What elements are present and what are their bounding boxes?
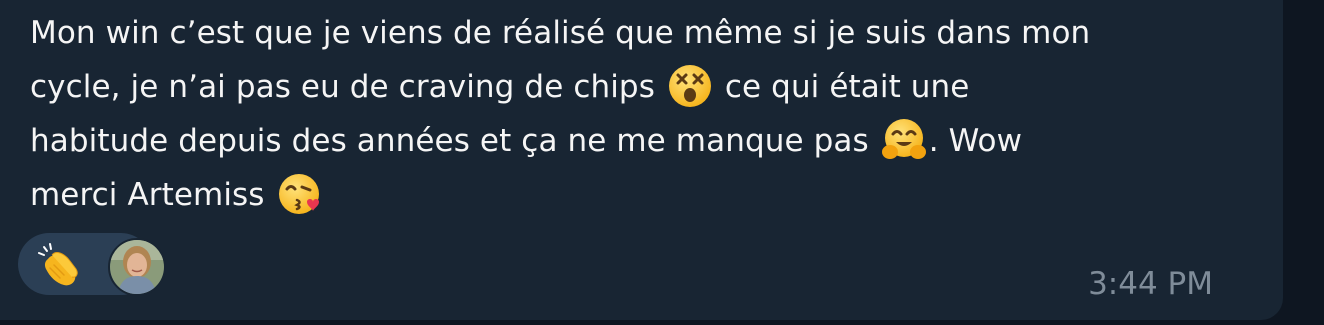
clapping-hands-icon: [38, 243, 78, 286]
message-text: Mon win c’est que je viens de réalisé qu…: [30, 6, 1270, 222]
message-line-1: Mon win c’est que je viens de réalisé qu…: [30, 15, 1091, 51]
hugging-face-emoji-icon: [881, 119, 926, 159]
dizzy-face-emoji-icon: [668, 65, 711, 107]
message-timestamp: 3:44 PM: [1088, 266, 1213, 302]
message-line-3a: habitude depuis des années et ça ne me m…: [30, 123, 869, 159]
message-line-3b: . Wow: [928, 123, 1023, 159]
avatar[interactable]: [108, 238, 166, 296]
message-line-2b: ce qui était une: [724, 69, 970, 105]
message-bubble[interactable]: Mon win c’est que je viens de réalisé qu…: [0, 0, 1283, 320]
message-line-4: merci Artemiss: [30, 177, 265, 213]
reaction-pill[interactable]: [18, 233, 166, 296]
avatar-photo: [110, 240, 164, 294]
message-line-2a: cycle, je n’ai pas eu de craving de chip…: [30, 69, 655, 105]
face-blowing-kiss-emoji-icon: [278, 174, 319, 214]
